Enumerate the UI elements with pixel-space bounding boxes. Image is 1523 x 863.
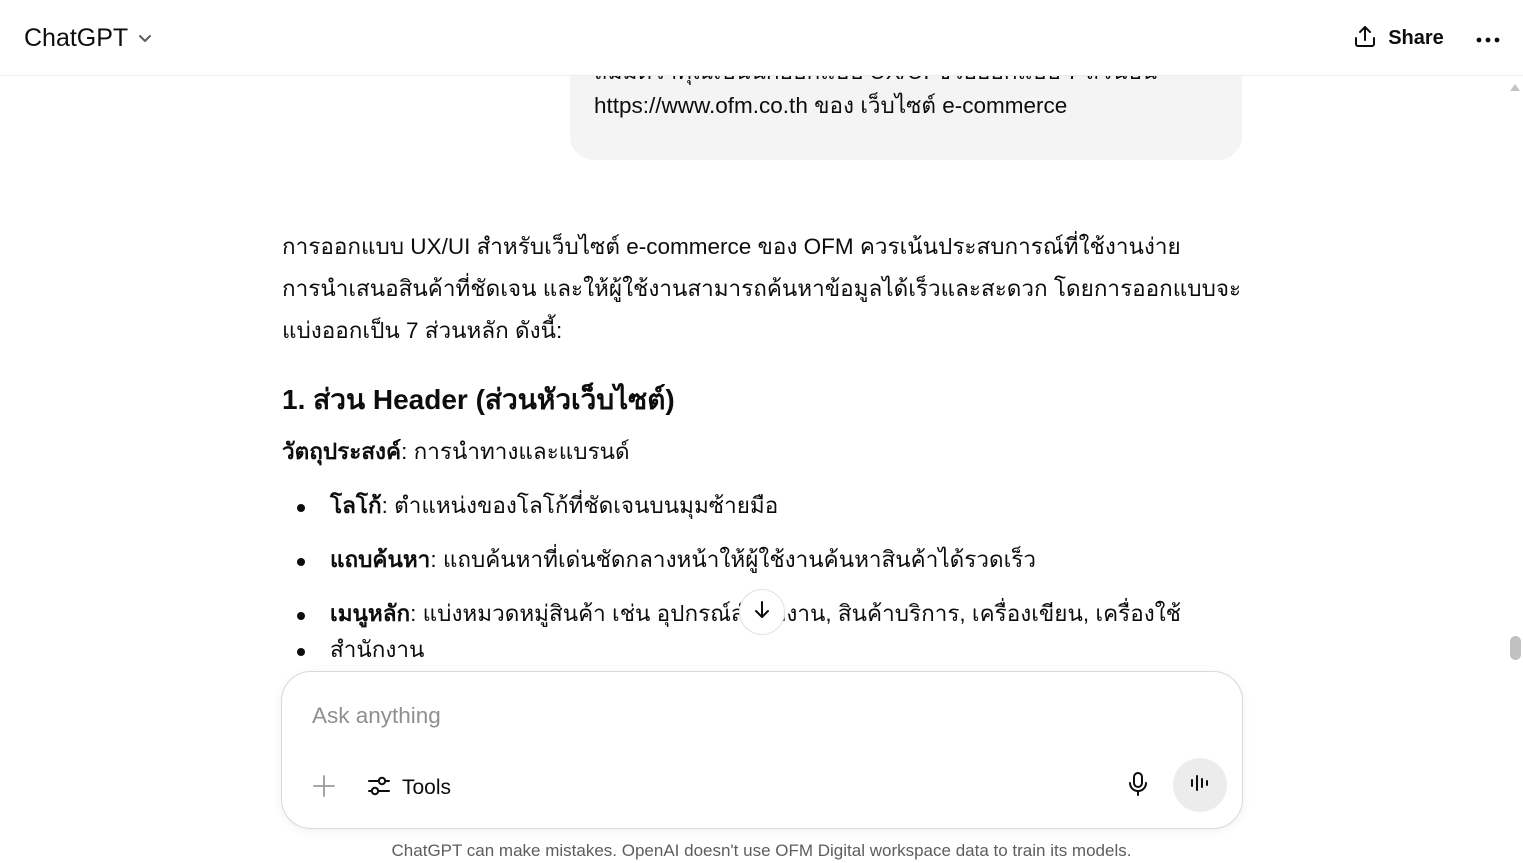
top-bar: ChatGPT Share <box>0 0 1523 76</box>
plus-icon <box>312 774 336 802</box>
assistant-intro-line: แบ่งออกเป็น 7 ส่วนหลัก ดังนี้: <box>282 318 563 343</box>
user-message-line: https://www.ofm.co.th ของ เว็บไซต์ e-com… <box>594 93 1068 118</box>
scroll-up-arrow-icon[interactable] <box>1510 84 1520 91</box>
list-item: แถบค้นหา: แถบค้นหาที่เด่นชัดกลางหน้าให้ผ… <box>282 542 1242 578</box>
model-name: ChatGPT <box>24 23 129 52</box>
tools-button[interactable]: Tools <box>360 768 457 808</box>
chevron-down-icon <box>136 29 154 47</box>
voice-waveform-icon <box>1188 772 1212 798</box>
bullet-text: : ตำแหน่งของโลโก้ที่ชัดเจนบนมุมซ้ายมือ <box>381 493 779 518</box>
arrow-down-icon <box>751 599 773 625</box>
list-item-continuation: สำนักงาน <box>282 632 1242 668</box>
tools-label: Tools <box>402 776 452 799</box>
list-item: โลโก้: ตำแหน่งของโลโก้ที่ชัดเจนบนมุมซ้าย… <box>282 488 1242 524</box>
microphone-icon <box>1126 771 1150 801</box>
bullet-text: : แถบค้นหาที่เด่นชัดกลางหน้าให้ผู้ใช้งาน… <box>430 547 1037 572</box>
message-composer: Tools <box>281 671 1243 829</box>
section-heading: 1. ส่วน Header (ส่วนหัวเว็บไซต์) <box>282 384 675 415</box>
user-message-bubble: สมมติว่าคุณเป็นนักออกแบบ UX/UI ช่วยออกแบ… <box>570 76 1242 160</box>
bullet-label: แถบค้นหา <box>330 547 431 572</box>
bullet-label: เมนูหลัก <box>330 601 411 626</box>
scrollbar-thumb[interactable] <box>1510 636 1521 660</box>
bullet-label: โลโก้ <box>330 493 382 518</box>
disclaimer-text: ChatGPT can make mistakes. OpenAI doesn'… <box>391 841 1132 860</box>
objective-line: วัตถุประสงค์: การนำทางและแบรนด์ <box>282 434 1242 470</box>
share-label: Share <box>1388 26 1444 49</box>
add-attachment-button[interactable] <box>304 768 344 808</box>
bullet-text: : แบ่งหมวดหมู่สินค้า เช่น อุปกรณ์สำนักงา… <box>410 601 1181 626</box>
share-button[interactable]: Share <box>1340 19 1456 57</box>
model-switcher[interactable]: ChatGPT <box>14 19 164 57</box>
assistant-intro-line: การนำเสนอสินค้าที่ชัดเจน และให้ผู้ใช้งาน… <box>282 276 1242 301</box>
objective-text: : การนำทางและแบรนด์ <box>401 439 630 464</box>
prompt-input[interactable] <box>312 696 1192 736</box>
more-options-button[interactable] <box>1468 19 1508 57</box>
dictate-button[interactable] <box>1118 766 1158 806</box>
sliders-icon <box>366 773 392 803</box>
more-horizontal-icon <box>1475 29 1501 48</box>
conversation-area[interactable]: สมมติว่าคุณเป็นนักออกแบบ UX/UI ช่วยออกแบ… <box>0 76 1508 676</box>
scroll-to-bottom-button[interactable] <box>739 589 785 635</box>
bullet-list: โลโก้: ตำแหน่งของโลโก้ที่ชัดเจนบนมุมซ้าย… <box>282 488 1242 668</box>
bullet-overflow-text: สำนักงาน <box>330 637 425 662</box>
share-icon <box>1352 23 1378 53</box>
objective-label: วัตถุประสงค์ <box>282 439 402 464</box>
voice-mode-button[interactable] <box>1173 758 1227 812</box>
assistant-intro-line: การออกแบบ UX/UI สำหรับเว็บไซต์ e-commerc… <box>282 234 1181 259</box>
